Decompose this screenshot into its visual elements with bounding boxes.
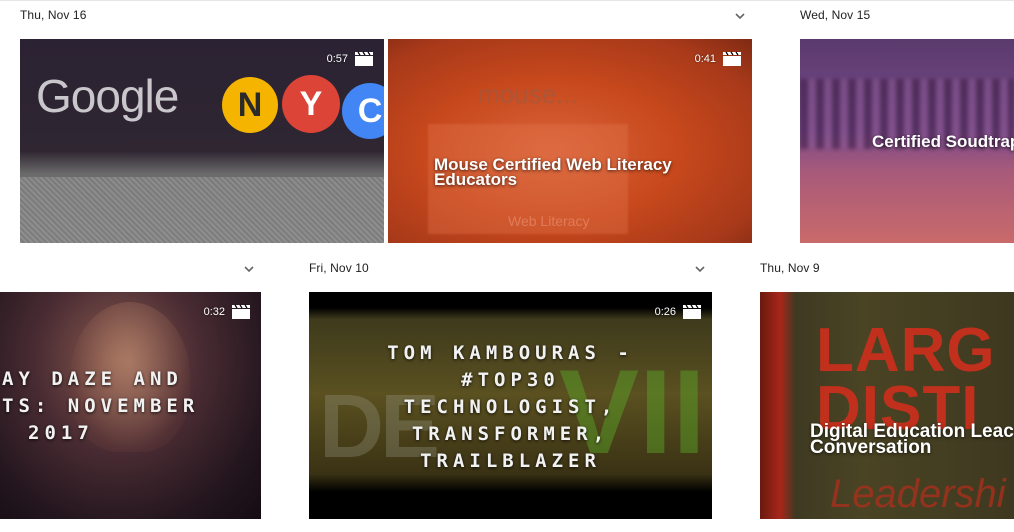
duration-text: 0:32 xyxy=(203,306,225,318)
bg-leadership-text: Leadershi xyxy=(830,472,1006,516)
duration-badge: 0:32 xyxy=(204,304,251,320)
duration-text: 0:41 xyxy=(694,53,716,65)
video-clip-icon xyxy=(354,51,374,67)
video-title-line-4: TRANSFORMER, xyxy=(411,423,610,445)
video-title-line-3: 2017 xyxy=(28,422,94,444)
video-title-line-1: TOM KAMBOURAS - xyxy=(387,342,634,364)
date-header-thu-nov-9: Thu, Nov 9 xyxy=(760,261,820,275)
duration-badge: 0:26 xyxy=(655,304,702,320)
video-title: Digital Education Leac Conversation xyxy=(810,421,1014,458)
letter: C xyxy=(357,92,383,130)
expand-section-chevron-icon[interactable] xyxy=(695,266,705,273)
duration-text: 0:57 xyxy=(326,53,348,65)
date-header-fri-nov-10: Fri, Nov 10 xyxy=(309,261,369,275)
video-tile-certified-soudtrap[interactable]: Certified Soudtrap xyxy=(800,39,1014,243)
duration-badge: 0:41 xyxy=(695,51,742,67)
video-tile-tom-kambouras[interactable]: DE VII TOM KAMBOURAS - #TOP30 TECHNOLOGI… xyxy=(309,292,712,519)
bg-web-literacy-text: Web Literacy xyxy=(508,213,590,229)
video-clip-icon xyxy=(231,304,251,320)
video-title-line-2: TS: NOVEMBER xyxy=(2,395,200,417)
nyc-circle-y: Y xyxy=(282,75,340,133)
expand-section-chevron-icon[interactable] xyxy=(244,266,254,273)
video-tile-mouse-web-literacy[interactable]: mouse... Web Literacy Mouse Certified We… xyxy=(388,39,752,243)
video-title-line-1: AY DAZE AND xyxy=(2,368,183,390)
video-clip-icon xyxy=(682,304,702,320)
video-title: Certified Soudtrap xyxy=(872,132,1014,151)
date-header-thu-nov-16: Thu, Nov 16 xyxy=(20,8,87,22)
duration-badge: 0:57 xyxy=(327,51,374,67)
video-tile-digital-education[interactable]: LARG DISTI Leadershi Digital Education L… xyxy=(760,292,1014,519)
video-clip-icon xyxy=(722,51,742,67)
video-title-line-5: TRAILBLAZER xyxy=(420,450,601,472)
duration-text: 0:26 xyxy=(654,306,676,318)
video-tile-holiday-daze[interactable]: AY DAZE AND TS: NOVEMBER 2017 0:32 xyxy=(0,292,261,519)
nyc-circle-n: N xyxy=(222,77,278,133)
bg-mouse-text: mouse... xyxy=(478,79,578,109)
top-divider xyxy=(0,0,1014,1)
letter: Y xyxy=(299,85,323,123)
carpet-area xyxy=(20,177,384,243)
date-header-wed-nov-15: Wed, Nov 15 xyxy=(800,8,871,22)
video-tile-google-nyc[interactable]: Google N Y C 0:57 xyxy=(20,39,384,243)
video-title-line-2: #TOP30 xyxy=(461,369,560,391)
video-title: Mouse Certified Web Literacy Educators xyxy=(434,155,672,189)
expand-section-chevron-icon[interactable] xyxy=(735,13,745,20)
google-logo-text: Google xyxy=(36,70,179,122)
letter: N xyxy=(237,86,263,124)
video-title-line-3: TECHNOLOGIST, xyxy=(403,396,618,418)
